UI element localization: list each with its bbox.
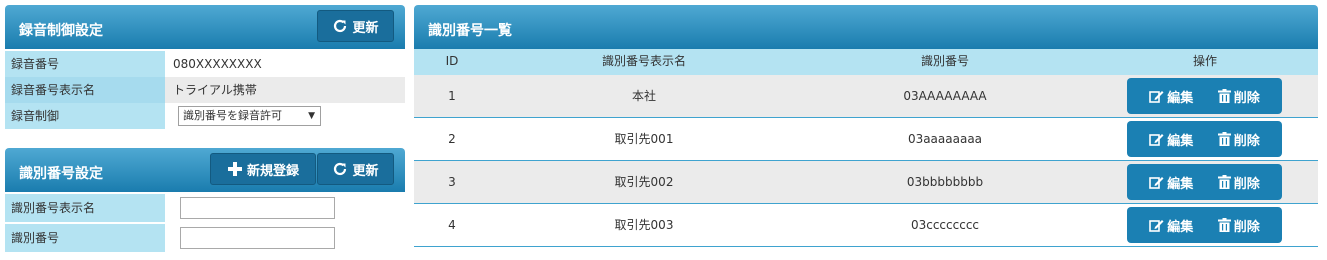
delete-button[interactable]: 削除 [1217, 216, 1260, 235]
edit-label: 編集 [1167, 90, 1194, 106]
row-action-button: 編集 削除 [1127, 207, 1282, 243]
recording-control-select[interactable]: 識別番号を録音許可 ▼ [178, 106, 321, 126]
cell-id: 2 [448, 132, 456, 146]
field-row: 録音番号表示名 トライアル携帯 [5, 77, 405, 103]
column-header-number: 識別番号 [920, 54, 969, 68]
delete-button[interactable]: 削除 [1217, 130, 1260, 149]
table-row: 1 本社 03AAAAAAAA 編集 削除 [414, 75, 1318, 118]
delete-label: 削除 [1233, 133, 1260, 149]
cell-name: 本社 [631, 89, 656, 103]
edit-button[interactable]: 編集 [1149, 216, 1193, 235]
table-header: ID 識別番号表示名 識別番号 操作 [414, 49, 1318, 75]
panel-title: 識別番号設定 [19, 166, 103, 182]
row-action-button: 編集 削除 [1127, 121, 1282, 157]
cell-id: 4 [448, 218, 456, 232]
cell-number: 03aaaaaaaa [907, 132, 983, 146]
refresh-icon [334, 162, 347, 176]
new-register-label: 新規登録 [246, 163, 299, 179]
edit-label: 編集 [1167, 133, 1194, 149]
refresh-button[interactable]: 更新 [317, 153, 394, 185]
refresh-icon [334, 19, 347, 33]
delete-button[interactable]: 削除 [1217, 173, 1260, 192]
panel-title: 録音制御設定 [19, 23, 103, 39]
column-header-actions: 操作 [1192, 54, 1217, 68]
refresh-label: 更新 [352, 20, 379, 36]
cell-number: 03cccccccc [910, 218, 980, 232]
edit-button[interactable]: 編集 [1149, 87, 1193, 106]
delete-label: 削除 [1233, 219, 1260, 235]
edit-icon [1149, 177, 1164, 189]
delete-label: 削除 [1233, 176, 1260, 192]
plus-icon [227, 162, 242, 176]
cell-number: 03bbbbbbbb [906, 175, 984, 189]
trash-icon [1217, 89, 1231, 103]
id-settings-panel: 識別番号設定 新規登録 更新 識別番号表示名 識別番号 [5, 148, 405, 254]
row-action-button: 編集 削除 [1127, 164, 1282, 200]
edit-button[interactable]: 編集 [1149, 130, 1193, 149]
edit-button[interactable]: 編集 [1149, 173, 1193, 192]
field-row: 識別番号表示名 [5, 194, 405, 222]
cell-name: 取引先003 [614, 218, 674, 232]
select-value: 識別番号を録音許可 [183, 109, 282, 122]
field-label: 識別番号 [5, 224, 165, 252]
field-label: 録音番号 [5, 51, 165, 77]
recording-number-value: 080XXXXXXXX [173, 57, 262, 71]
field-label: 識別番号表示名 [5, 194, 165, 222]
refresh-label: 更新 [352, 163, 379, 179]
panel-header: 識別番号設定 新規登録 更新 [5, 148, 405, 192]
field-row: 録音番号 080XXXXXXXX [5, 51, 405, 77]
panel-header: 識別番号一覧 [414, 5, 1318, 49]
column-header-id: ID [445, 54, 459, 68]
new-register-button[interactable]: 新規登録 [210, 153, 316, 185]
trash-icon [1217, 218, 1231, 232]
recording-display-name-value: トライアル携帯 [173, 83, 257, 97]
id-list-panel: 識別番号一覧 ID 識別番号表示名 識別番号 操作 1 本社 03AAAAAAA… [414, 5, 1318, 250]
id-display-name-input[interactable] [180, 197, 335, 219]
panel-title: 識別番号一覧 [428, 23, 512, 39]
edit-icon [1149, 91, 1164, 103]
edit-label: 編集 [1167, 219, 1194, 235]
row-action-button: 編集 削除 [1127, 78, 1282, 114]
delete-label: 削除 [1233, 90, 1260, 106]
field-label: 録音制御 [5, 103, 165, 129]
panel-header: 録音制御設定 更新 [5, 5, 405, 49]
cell-number: 03AAAAAAAA [903, 89, 987, 103]
cell-id: 1 [448, 89, 456, 103]
field-row: 録音制御 識別番号を録音許可 ▼ [5, 103, 405, 129]
edit-label: 編集 [1167, 176, 1194, 192]
id-number-input[interactable] [180, 227, 335, 249]
cell-id: 3 [448, 175, 456, 189]
trash-icon [1217, 175, 1231, 189]
refresh-button[interactable]: 更新 [317, 10, 394, 42]
field-row: 識別番号 [5, 224, 405, 252]
edit-icon [1149, 134, 1164, 146]
delete-button[interactable]: 削除 [1217, 87, 1260, 106]
column-header-name: 識別番号表示名 [601, 54, 686, 68]
table-row: 4 取引先003 03cccccccc 編集 削除 [414, 204, 1318, 247]
table-row: 2 取引先001 03aaaaaaaa 編集 削除 [414, 118, 1318, 161]
cell-name: 取引先002 [614, 175, 674, 189]
recording-control-panel: 録音制御設定 更新 録音番号 080XXXXXXXX 録音番号表示名 トライアル… [5, 5, 405, 129]
table-row: 3 取引先002 03bbbbbbbb 編集 削除 [414, 161, 1318, 204]
dropdown-arrow-icon: ▼ [308, 111, 315, 121]
cell-name: 取引先001 [614, 132, 674, 146]
field-label: 録音番号表示名 [5, 77, 165, 103]
edit-icon [1149, 220, 1164, 232]
trash-icon [1217, 132, 1231, 146]
